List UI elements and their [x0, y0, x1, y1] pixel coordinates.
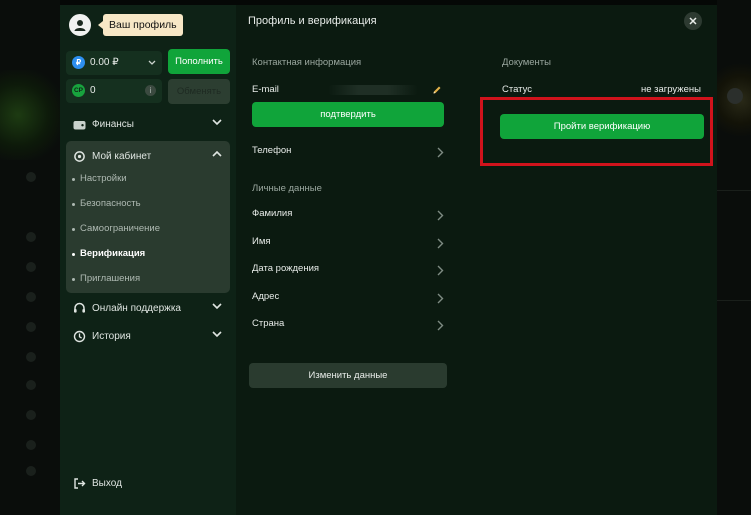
field-address[interactable]: Адрес	[252, 291, 444, 307]
status-value: не загружены	[640, 84, 701, 95]
cabinet-item-verification[interactable]: Верификация	[71, 248, 145, 259]
background-icon	[26, 352, 36, 362]
phone-row[interactable]: Телефон	[252, 145, 444, 161]
background-icon	[26, 466, 36, 476]
bonus-coin-icon: CP	[72, 84, 85, 97]
background-divider	[717, 300, 751, 301]
cabinet-menu: Мой кабинет Настройки Безопасность Самоо…	[66, 141, 230, 293]
background-site-left	[0, 0, 60, 515]
background-icon	[26, 262, 36, 272]
cabinet-item-security[interactable]: Безопасность	[72, 198, 141, 209]
field-country[interactable]: Страна	[252, 318, 444, 334]
background-divider	[717, 190, 751, 191]
sidebar-item-label: История	[92, 330, 131, 342]
sidebar-item-label: Онлайн поддержка	[92, 302, 181, 314]
close-button[interactable]	[684, 12, 702, 30]
phone-label: Телефон	[252, 145, 292, 156]
background-icon	[26, 380, 36, 390]
sidebar-item-label: Финансы	[92, 118, 134, 130]
user-icon	[74, 20, 86, 31]
change-data-button[interactable]: Изменить данные	[249, 363, 447, 388]
documents-section-label: Документы	[502, 57, 551, 68]
bonus-value: 0	[90, 85, 96, 96]
chevron-down-icon	[212, 303, 222, 310]
chevron-down-icon	[212, 119, 222, 126]
background-site-right	[717, 0, 751, 515]
avatar[interactable]	[69, 14, 91, 36]
deposit-button[interactable]: Пополнить	[168, 49, 230, 74]
field-label: Фамилия	[252, 208, 293, 219]
headset-icon	[72, 301, 86, 315]
profile-modal: Ваш профиль ₽ 0.00 ₽ CP 0 i Пополнить Об…	[60, 5, 717, 515]
chevron-up-icon	[212, 150, 222, 157]
ruble-coin-icon: ₽	[72, 56, 85, 69]
sidebar-item-history[interactable]: История	[66, 324, 230, 348]
logout-button[interactable]: Выход	[66, 471, 230, 495]
logout-label: Выход	[92, 477, 122, 489]
page-title: Профиль и верификация	[248, 15, 377, 27]
wallet-icon	[72, 117, 86, 131]
profile-panel: Профиль и верификация Контактная информа…	[236, 5, 717, 515]
info-icon[interactable]: i	[145, 85, 156, 96]
chevron-down-icon	[212, 331, 222, 338]
field-birthdate[interactable]: Дата рождения	[252, 263, 444, 279]
email-label: E-mail	[252, 84, 279, 95]
chevron-right-icon	[437, 320, 444, 331]
field-surname[interactable]: Фамилия	[252, 208, 444, 224]
email-value-blurred	[328, 85, 418, 95]
personal-section-label: Личные данные	[252, 183, 322, 194]
field-label: Адрес	[252, 291, 280, 302]
profile-tooltip: Ваш профиль	[98, 14, 183, 36]
balance-select[interactable]: ₽ 0.00 ₽	[66, 51, 162, 75]
field-name[interactable]: Имя	[252, 236, 444, 252]
status-label: Статус	[502, 84, 533, 95]
chevron-right-icon	[437, 238, 444, 249]
background-icon	[26, 440, 36, 450]
background-icon	[26, 292, 36, 302]
start-verification-button[interactable]: Пройти верификацию	[500, 114, 704, 139]
history-icon	[72, 329, 86, 343]
chevron-right-icon	[437, 265, 444, 276]
confirm-email-button[interactable]: подтвердить	[252, 102, 444, 127]
background-icon	[26, 322, 36, 332]
close-icon	[689, 17, 697, 25]
cabinet-item-settings[interactable]: Настройки	[72, 173, 127, 184]
background-icon	[26, 232, 36, 242]
balance-value: 0.00 ₽	[90, 57, 119, 68]
chevron-right-icon	[437, 210, 444, 221]
sidebar-item-label: Мой кабинет	[92, 150, 152, 162]
cabinet-item-self-limit[interactable]: Самоограничение	[71, 223, 160, 234]
pencil-icon[interactable]	[432, 85, 442, 95]
field-label: Имя	[252, 236, 271, 247]
background-icon	[26, 410, 36, 420]
background-icon	[26, 172, 36, 182]
sidebar-item-finance[interactable]: Финансы	[66, 112, 230, 136]
sidebar-item-cabinet[interactable]: Мой кабинет	[66, 144, 230, 168]
contact-section-label: Контактная информация	[252, 57, 362, 68]
background-banner	[0, 70, 60, 160]
sidebar-item-support[interactable]: Онлайн поддержка	[66, 296, 230, 320]
account-sidebar: Ваш профиль ₽ 0.00 ₽ CP 0 i Пополнить Об…	[60, 5, 236, 515]
field-label: Дата рождения	[252, 263, 320, 274]
bonus-balance: CP 0 i	[66, 79, 162, 103]
cabinet-item-invitations[interactable]: Приглашения	[71, 273, 140, 284]
chevron-right-icon	[437, 293, 444, 304]
background-icon	[727, 88, 743, 104]
chevron-right-icon	[437, 147, 444, 158]
logout-icon	[72, 476, 86, 490]
exchange-button[interactable]: Обменять	[168, 79, 230, 104]
gear-icon	[72, 149, 86, 163]
field-label: Страна	[252, 318, 285, 329]
chevron-down-icon	[148, 60, 156, 65]
